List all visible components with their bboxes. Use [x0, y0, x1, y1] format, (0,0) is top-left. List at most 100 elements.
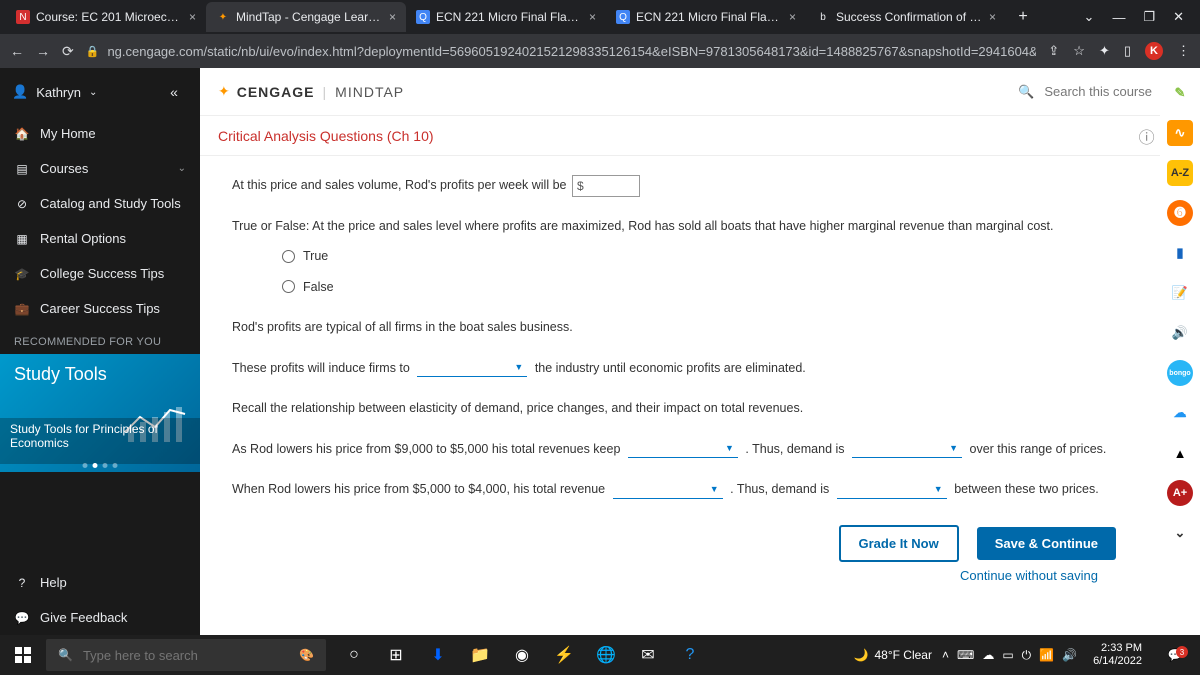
minimize-icon[interactable]: —: [1112, 10, 1125, 25]
sidebar-item-courses[interactable]: ▤ Courses ⌄: [0, 151, 200, 186]
bongo-icon[interactable]: bongo: [1167, 360, 1193, 386]
radio-option-true[interactable]: True: [282, 245, 1126, 268]
collapse-sidebar-icon[interactable]: «: [160, 84, 188, 100]
url-field[interactable]: 🔒 ng.cengage.com/static/nb/ui/evo/index.…: [86, 44, 1037, 59]
highlighter-icon[interactable]: ✎: [1167, 80, 1193, 106]
onedrive-icon[interactable]: ☁: [982, 648, 994, 662]
battery-icon[interactable]: ⏻: [1022, 648, 1032, 663]
carousel-dots[interactable]: [83, 463, 118, 468]
save-continue-button[interactable]: Save & Continue: [977, 527, 1116, 560]
start-button[interactable]: [0, 635, 46, 675]
promo-card[interactable]: Study Tools Study Tools for Principles o…: [0, 354, 200, 472]
speaker-icon[interactable]: 🔊: [1167, 320, 1193, 346]
aplus-icon[interactable]: A+: [1167, 480, 1193, 506]
keyboard-icon[interactable]: ⌨: [957, 648, 974, 662]
back-icon[interactable]: ←: [10, 43, 24, 59]
extensions-icon[interactable]: ✦: [1099, 43, 1110, 59]
radio-option-false[interactable]: False: [282, 276, 1126, 299]
sidebar-item-college-tips[interactable]: 🎓 College Success Tips: [0, 256, 200, 291]
search-placeholder-text[interactable]: Search this course: [1044, 84, 1152, 99]
taskbar-search[interactable]: 🔍 🎨: [46, 639, 326, 671]
taskbar-apps: ○ ⊞ ⬇ 📁 ◉ ⚡ 🌐 ✉ ?: [334, 635, 710, 675]
chevron-down-icon: ▼: [934, 481, 943, 497]
meet-now-icon[interactable]: ▭: [1002, 648, 1013, 662]
edge-icon[interactable]: 🌐: [586, 635, 626, 675]
weather-widget[interactable]: 🌙 48°F Clear: [854, 648, 932, 662]
browser-tab[interactable]: Q ECN 221 Micro Final Flashcar ×: [606, 2, 806, 32]
star-icon[interactable]: ☆: [1073, 43, 1085, 59]
close-icon[interactable]: ×: [389, 10, 396, 24]
new-tab-button[interactable]: +: [1010, 4, 1036, 30]
close-icon[interactable]: ×: [189, 10, 196, 24]
flash-icon[interactable]: ➏: [1167, 200, 1193, 226]
chevron-down-icon: ▼: [514, 359, 523, 375]
chrome-icon[interactable]: ◉: [502, 635, 542, 675]
dropdown-blank[interactable]: ▼: [628, 440, 738, 458]
mail-icon[interactable]: ✉: [628, 635, 668, 675]
book-icon[interactable]: ▮: [1167, 240, 1193, 266]
promo-title: Study Tools: [14, 364, 186, 385]
sidebar-item-feedback[interactable]: 💬 Give Feedback: [0, 600, 200, 635]
volume-icon[interactable]: 🔊: [1062, 648, 1077, 662]
dropbox-icon[interactable]: ⬇: [418, 635, 458, 675]
question-induce: These profits will induce firms to ▼ the…: [232, 357, 1126, 380]
notes-icon[interactable]: 📝: [1167, 280, 1193, 306]
file-explorer-icon[interactable]: 📁: [460, 635, 500, 675]
notifications-button[interactable]: 💬 3: [1158, 648, 1192, 662]
forward-icon[interactable]: →: [36, 43, 50, 59]
share-icon[interactable]: ⇪: [1048, 43, 1059, 59]
reading-list-icon[interactable]: ▯: [1124, 43, 1131, 59]
rss-icon[interactable]: ∿: [1167, 120, 1193, 146]
profile-avatar[interactable]: K: [1145, 42, 1163, 60]
browser-tab[interactable]: Q ECN 221 Micro Final Flashcar ×: [406, 2, 606, 32]
tray-chevron-icon[interactable]: ˄: [942, 648, 949, 662]
expand-icon[interactable]: ⌄: [1167, 520, 1193, 546]
tab-title: Course: EC 201 Microeconom: [36, 10, 183, 24]
dropdown-blank[interactable]: ▼: [852, 440, 962, 458]
user-name: Kathryn: [36, 85, 81, 100]
browser-tab[interactable]: N Course: EC 201 Microeconom ×: [6, 2, 206, 32]
continue-without-saving-link[interactable]: Continue without saving: [232, 568, 1126, 583]
kebab-menu-icon[interactable]: ⋮: [1177, 43, 1190, 59]
close-window-icon[interactable]: ✕: [1173, 9, 1184, 25]
search-icon[interactable]: 🔍: [1018, 84, 1034, 100]
wifi-icon[interactable]: 📶: [1039, 648, 1054, 662]
dropdown-blank[interactable]: ▼: [837, 481, 947, 499]
drive-icon[interactable]: ▲: [1167, 440, 1193, 466]
sidebar-item-help[interactable]: ? Help: [0, 565, 200, 600]
grade-button[interactable]: Grade It Now: [839, 525, 959, 562]
sidebar-item-label: Help: [40, 575, 67, 590]
dropdown-blank[interactable]: ▼: [417, 359, 527, 377]
sidebar-user-row[interactable]: 👤 Kathryn ⌄ «: [0, 68, 200, 116]
close-icon[interactable]: ×: [789, 10, 796, 24]
maximize-icon[interactable]: ❐: [1143, 9, 1155, 25]
task-view-icon[interactable]: ⊞: [376, 635, 416, 675]
cloud-icon[interactable]: ☁: [1167, 400, 1193, 426]
taskbar-search-input[interactable]: [83, 648, 289, 663]
taskbar-clock[interactable]: 2:33 PM 6/14/2022: [1087, 642, 1148, 667]
windows-taskbar: 🔍 🎨 ○ ⊞ ⬇ 📁 ◉ ⚡ 🌐 ✉ ? 🌙 48°F Clear ˄ ⌨ ☁…: [0, 635, 1200, 675]
sidebar-item-rental[interactable]: ▦ Rental Options: [0, 221, 200, 256]
favicon: b: [816, 10, 830, 24]
weather-text: 48°F Clear: [874, 648, 932, 662]
help-app-icon[interactable]: ?: [670, 635, 710, 675]
reload-icon[interactable]: ⟳: [62, 43, 74, 60]
address-bar: ← → ⟳ 🔒 ng.cengage.com/static/nb/ui/evo/…: [0, 34, 1200, 68]
info-icon[interactable]: ⓘ: [1139, 124, 1155, 148]
browser-tab[interactable]: b Success Confirmation of Que ×: [806, 2, 1006, 32]
profit-input[interactable]: $: [572, 175, 640, 197]
browser-tab[interactable]: ✦ MindTap - Cengage Learning ×: [206, 2, 406, 32]
chevron-down-icon[interactable]: ⌄: [1084, 9, 1095, 25]
user-icon: 👤: [12, 84, 28, 100]
sidebar-item-home[interactable]: 🏠 My Home: [0, 116, 200, 151]
close-icon[interactable]: ×: [589, 10, 596, 24]
cortana-icon[interactable]: ○: [334, 635, 374, 675]
close-icon[interactable]: ×: [989, 10, 996, 24]
tab-title: ECN 221 Micro Final Flashcar: [436, 10, 583, 24]
dropdown-blank[interactable]: ▼: [613, 481, 723, 499]
tab-title: ECN 221 Micro Final Flashcar: [636, 10, 783, 24]
sidebar-item-catalog[interactable]: ⊘ Catalog and Study Tools: [0, 186, 200, 221]
glossary-icon[interactable]: A-Z: [1167, 160, 1193, 186]
bolt-icon[interactable]: ⚡: [544, 635, 584, 675]
sidebar-item-career-tips[interactable]: 💼 Career Success Tips: [0, 291, 200, 326]
